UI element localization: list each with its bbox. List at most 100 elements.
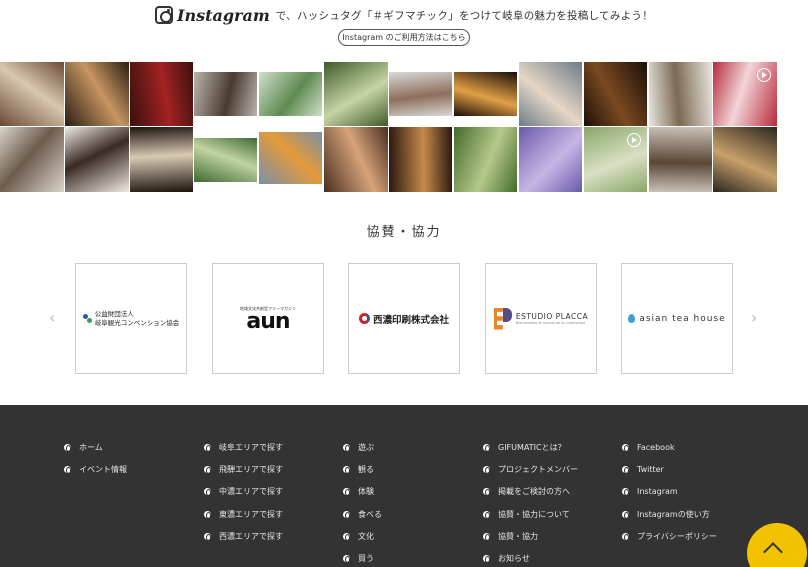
instagram-photo[interactable] bbox=[324, 127, 388, 192]
footer-link[interactable]: Twitter bbox=[622, 458, 717, 480]
sponsor-card-gifu-convention[interactable]: 公益財団法人 岐阜観光コンベンション協会 bbox=[75, 263, 187, 374]
gifumatic-mark-icon bbox=[343, 465, 350, 474]
instagram-photo[interactable] bbox=[194, 138, 257, 182]
gifumatic-mark-icon bbox=[622, 465, 629, 474]
footer-link[interactable]: Facebook bbox=[622, 436, 717, 458]
footer-link[interactable]: 東濃エリアで探す bbox=[204, 503, 283, 525]
gifumatic-mark-icon bbox=[343, 510, 350, 519]
footer-link[interactable]: 体験 bbox=[343, 481, 382, 503]
instagram-photo[interactable] bbox=[649, 62, 712, 126]
gifumatic-mark-icon bbox=[483, 532, 490, 541]
gifumatic-mark-icon bbox=[483, 555, 490, 564]
instagram-photo[interactable] bbox=[194, 72, 257, 116]
footer-link-label: 文化 bbox=[358, 531, 374, 541]
instagram-tagline: で、ハッシュタグ「＃ギフマチック」をつけて岐阜の魅力を投稿してみよう！ bbox=[275, 9, 654, 22]
instagram-photo[interactable] bbox=[259, 72, 322, 116]
footer-link-label: 観る bbox=[358, 464, 374, 474]
carousel-next-icon[interactable]: › bbox=[751, 308, 757, 327]
footer-col-about: GIFUMATICとは？ プロジェクトメンバー掲載をご検討の方へ協賛・協力について… bbox=[483, 436, 578, 567]
footer-link-label: Twitter bbox=[637, 464, 664, 474]
footer-link-label: お知らせ bbox=[498, 554, 530, 564]
asian-tea-house-logo: asian tea house bbox=[628, 314, 725, 324]
footer-link-label: 掲載をご検討の方へ bbox=[498, 487, 570, 497]
gifumatic-mark-icon bbox=[204, 443, 211, 452]
instagram-howto-button[interactable]: Instagram のご利用方法はこちら bbox=[338, 29, 470, 46]
footer-link[interactable]: 掲載をご検討の方へ bbox=[483, 481, 578, 503]
footer-link-label: 体験 bbox=[358, 487, 374, 497]
sponsor-card-aun[interactable]: 地域文化共創型フリーマガジン aun bbox=[212, 263, 324, 374]
gifumatic-mark-icon bbox=[483, 488, 490, 497]
sponsor-card-asian-tea-house[interactable]: asian tea house bbox=[621, 263, 733, 374]
footer-link[interactable]: 飛騨エリアで探す bbox=[204, 458, 283, 480]
footer-link-label: イベント情報 bbox=[79, 464, 127, 474]
gifumatic-mark-icon bbox=[622, 510, 629, 519]
placca-logo-subtext: Bienvenidos al mundo de la creatividad bbox=[515, 321, 586, 325]
seino-logo: 西濃印刷株式会社 bbox=[358, 312, 449, 326]
gifu-convention-line1: 公益財団法人 bbox=[94, 309, 134, 318]
asian-tea-house-text: asian tea house bbox=[639, 313, 726, 324]
footer-link[interactable]: プロジェクトメンバー bbox=[483, 458, 578, 480]
gifumatic-mark-icon bbox=[204, 465, 211, 474]
footer-link-label: Facebook bbox=[637, 442, 675, 452]
gifumatic-mark-icon bbox=[64, 465, 71, 474]
instagram-photo[interactable] bbox=[389, 72, 452, 116]
instagram-photo[interactable] bbox=[649, 127, 712, 192]
water-drop-icon bbox=[628, 314, 636, 323]
sponsor-card-seino[interactable]: 西濃印刷株式会社 bbox=[348, 263, 460, 374]
footer-link[interactable]: GIFUMATICとは？ bbox=[483, 436, 578, 458]
footer-link[interactable]: イベント情報 bbox=[64, 458, 127, 480]
video-play-icon bbox=[757, 68, 771, 82]
footer-link[interactable]: 食べる bbox=[343, 503, 382, 525]
footer-link[interactable]: 文化 bbox=[343, 525, 382, 547]
footer-link[interactable]: お知らせ bbox=[483, 547, 578, 567]
instagram-photo[interactable] bbox=[389, 127, 452, 192]
instagram-photo[interactable] bbox=[65, 127, 129, 192]
sponsor-card-placca[interactable]: ESTUDIO PLACCA Bienvenidos al mundo de l… bbox=[485, 263, 597, 374]
footer-link[interactable]: プライバシーポリシー bbox=[622, 525, 717, 547]
placca-mark-icon bbox=[494, 307, 512, 330]
placca-logo: ESTUDIO PLACCA Bienvenidos al mundo de l… bbox=[494, 307, 588, 330]
gifu-convention-logo: 公益財団法人 岐阜観光コンベンション協会 bbox=[82, 309, 179, 328]
instagram-photo[interactable] bbox=[130, 127, 193, 192]
gifumatic-mark-icon bbox=[483, 465, 490, 474]
instagram-photo[interactable] bbox=[259, 132, 322, 184]
footer-link[interactable]: 買う bbox=[343, 547, 382, 567]
footer-link[interactable]: 岐阜エリアで探す bbox=[204, 436, 283, 458]
footer-link[interactable]: Instagramの使い方 bbox=[622, 503, 717, 525]
instagram-photo[interactable] bbox=[519, 62, 582, 126]
instagram-header: Instagram で、ハッシュタグ「＃ギフマチック」をつけて岐阜の魅力を投稿し… bbox=[0, 4, 808, 26]
footer-link[interactable]: 遊ぶ bbox=[343, 436, 382, 458]
footer-link-label: 中濃エリアで探す bbox=[219, 487, 283, 497]
footer-link[interactable]: ホーム bbox=[64, 436, 127, 458]
footer-link-label: Instagramの使い方 bbox=[637, 509, 710, 519]
gifumatic-mark-icon bbox=[343, 488, 350, 497]
instagram-photo[interactable] bbox=[130, 62, 193, 126]
footer-link-label: プライバシーポリシー bbox=[637, 531, 717, 541]
aun-logo: 地域文化共創型フリーマガジン aun bbox=[240, 306, 296, 333]
instagram-photo[interactable] bbox=[65, 62, 129, 126]
footer-link-label: 買う bbox=[358, 554, 374, 564]
footer-link[interactable]: Instagram bbox=[622, 481, 717, 503]
video-play-icon bbox=[627, 133, 641, 147]
instagram-photo[interactable] bbox=[713, 62, 777, 126]
instagram-photo[interactable] bbox=[0, 62, 64, 126]
seino-logo-text: 西濃印刷株式会社 bbox=[372, 314, 449, 326]
footer-link[interactable]: 協賛・協力 bbox=[483, 525, 578, 547]
footer-link-label: 西濃エリアで探す bbox=[219, 531, 283, 541]
instagram-photo[interactable] bbox=[454, 72, 517, 116]
instagram-photo[interactable] bbox=[584, 62, 647, 126]
instagram-photo[interactable] bbox=[713, 127, 777, 192]
footer-link[interactable]: 西濃エリアで探す bbox=[204, 525, 283, 547]
footer-link[interactable]: 協賛・協力について bbox=[483, 503, 578, 525]
footer-link-label: 飛騨エリアで探す bbox=[219, 464, 283, 474]
instagram-photo[interactable] bbox=[454, 127, 517, 192]
instagram-photo[interactable] bbox=[584, 127, 647, 192]
gifumatic-mark-icon bbox=[204, 488, 211, 497]
footer-link[interactable]: 観る bbox=[343, 458, 382, 480]
instagram-photo[interactable] bbox=[324, 62, 388, 126]
instagram-photo[interactable] bbox=[0, 127, 64, 192]
carousel-prev-icon[interactable]: ‹ bbox=[49, 308, 55, 327]
instagram-photo[interactable] bbox=[519, 127, 582, 192]
footer-link[interactable]: 中濃エリアで探す bbox=[204, 481, 283, 503]
gifumatic-mark-icon bbox=[483, 443, 490, 452]
